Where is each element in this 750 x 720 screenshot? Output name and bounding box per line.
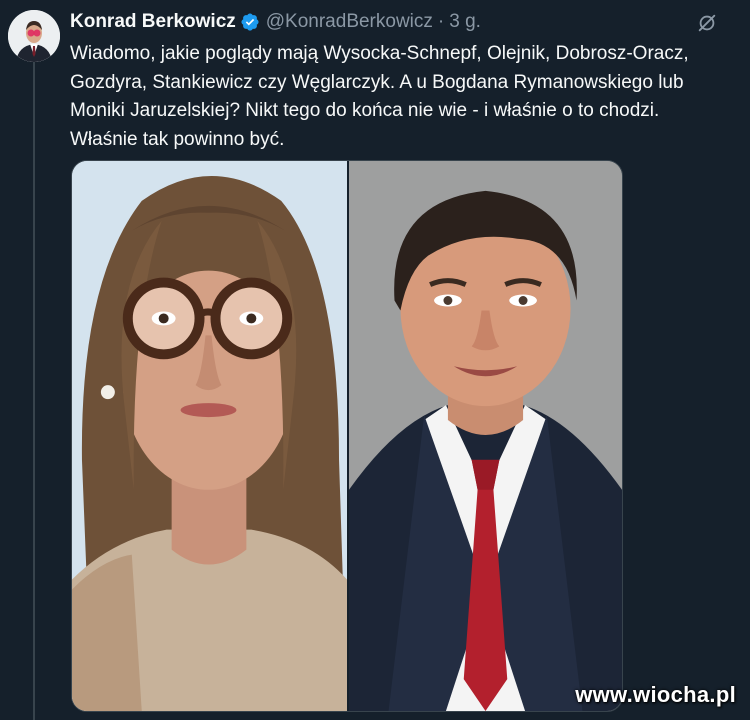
tweet-text: Wiadomo, jakie poglądy mają Wysocka-Schn… bbox=[70, 40, 740, 154]
thread-line bbox=[33, 62, 35, 720]
tweet-timestamp[interactable]: 3 g. bbox=[449, 11, 481, 33]
verified-badge-icon bbox=[240, 12, 260, 32]
tweet-text-line: Właśnie tak powinno być. bbox=[70, 128, 285, 150]
media-photo-man[interactable] bbox=[347, 161, 622, 711]
separator-dot: · bbox=[437, 11, 445, 32]
woman-portrait-image bbox=[72, 161, 347, 711]
man-portrait-image bbox=[349, 161, 622, 711]
tweet-media[interactable] bbox=[71, 160, 623, 712]
author-name[interactable]: Konrad Berkowicz bbox=[70, 11, 236, 33]
avatar[interactable] bbox=[8, 10, 60, 62]
avatar-image bbox=[8, 10, 60, 62]
tweet-header: Konrad Berkowicz @KonradBerkowicz · 3 g. bbox=[70, 8, 750, 36]
grok-slash-icon[interactable] bbox=[694, 10, 720, 36]
tweet-text-line: Wiadomo, jakie poglądy mają Wysocka-Schn… bbox=[70, 43, 689, 64]
watermark: www.wiocha.pl bbox=[575, 682, 736, 707]
author-handle[interactable]: @KonradBerkowicz bbox=[266, 11, 433, 33]
media-photo-woman[interactable] bbox=[72, 161, 347, 711]
tweet-text-line: Gozdyra, Stankiewicz czy Węglarczyk. A u… bbox=[70, 71, 684, 93]
tweet: Konrad Berkowicz @KonradBerkowicz · 3 g.… bbox=[70, 8, 750, 712]
tweet-text-line: Moniki Jaruzelskiej? Nikt tego do końca … bbox=[70, 100, 660, 121]
